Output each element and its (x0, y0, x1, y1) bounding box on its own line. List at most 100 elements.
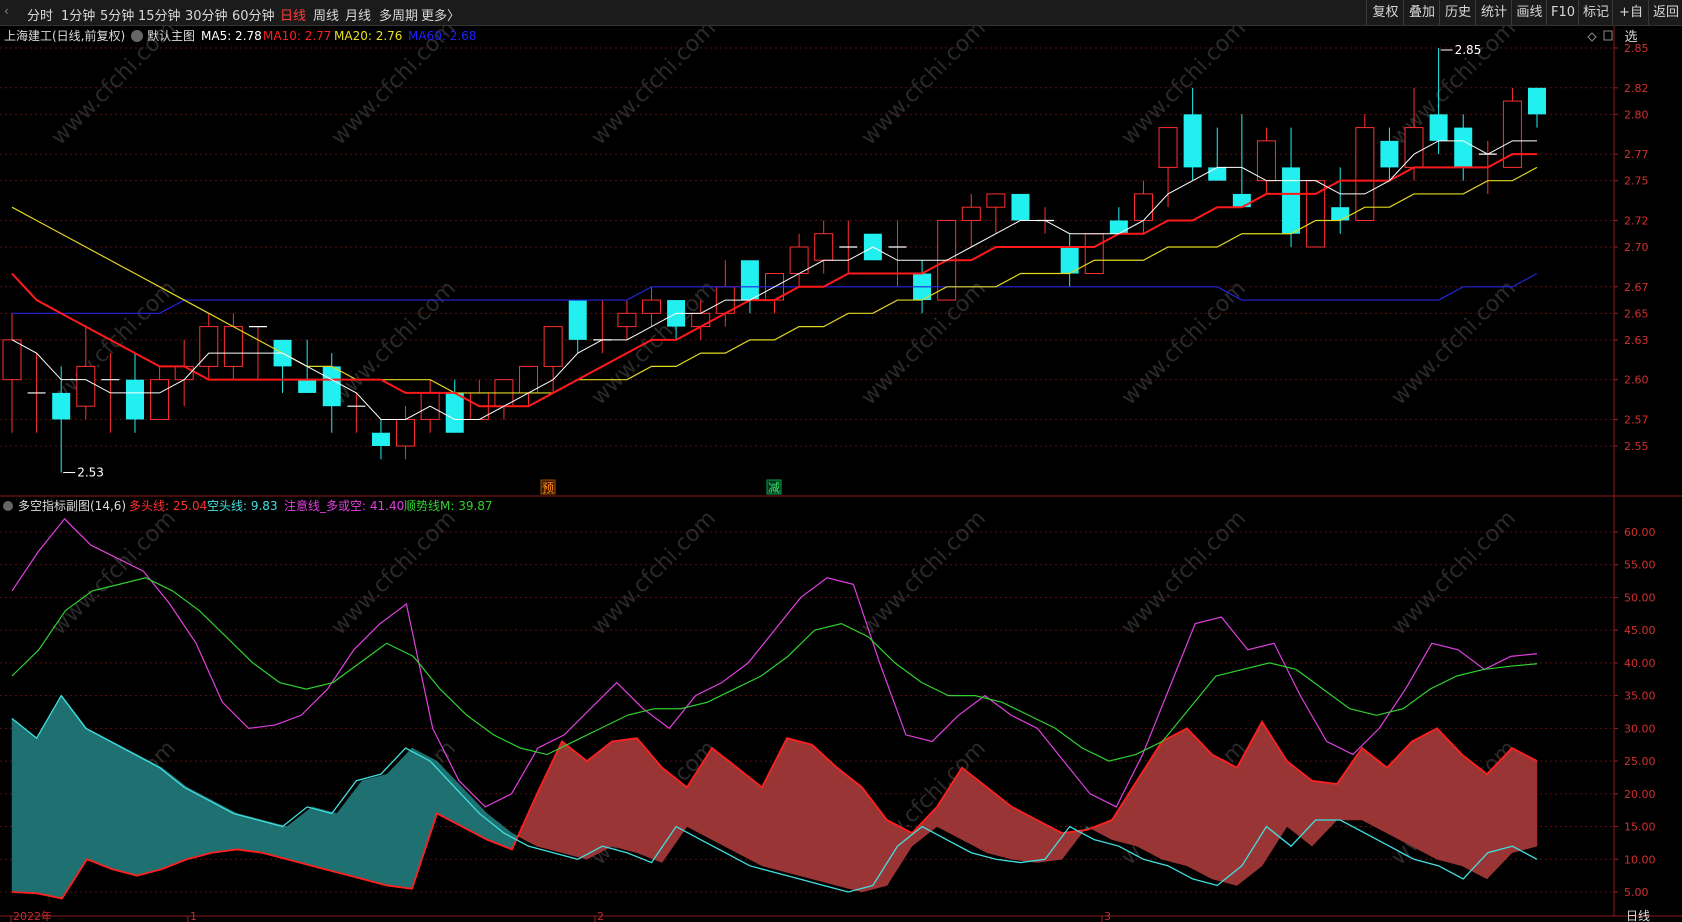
watermark-text: www.cfchi.com (857, 506, 991, 640)
indicator-tick-label: 55.00 (1624, 559, 1656, 572)
candle (1060, 233, 1079, 287)
bull-bear-fill (1336, 747, 1363, 821)
period-tab[interactable]: 日线 (280, 5, 306, 24)
signal-mark-yu: 预 (540, 479, 556, 495)
toolbar-button[interactable]: 返回 (1648, 0, 1682, 25)
candle-body-up (2, 339, 22, 381)
candle (1232, 114, 1251, 208)
toolbar-button[interactable]: F10 (1546, 0, 1579, 25)
period-tab[interactable]: 15分钟 (138, 5, 181, 24)
signal-mark-label: 减 (768, 481, 780, 495)
candle (986, 193, 1006, 234)
candle (1109, 207, 1128, 234)
period-tab[interactable]: 5分钟 (100, 5, 134, 24)
period-tab[interactable]: 分时 (27, 5, 53, 24)
toolbar-button[interactable]: 复权 (1366, 0, 1404, 25)
candle-body-down (298, 379, 317, 393)
bull-bear-fill (836, 767, 863, 893)
candle (961, 193, 981, 247)
bull-bear-fill (1436, 727, 1463, 867)
template-label: 默认主图 (147, 28, 195, 43)
candle-body-up (789, 246, 809, 275)
bull-bear-fill (1461, 754, 1488, 880)
price-tick-label: 2.80 (1624, 108, 1649, 121)
period-tab[interactable]: 30分钟 (185, 5, 228, 24)
ma-legend-item: MA5: 2.78 (201, 29, 262, 43)
period-tab[interactable]: 周线 (313, 5, 339, 24)
bull-bear-fill (86, 727, 113, 870)
time-axis-label: 3 (1104, 910, 1111, 922)
price-tick-label: 2.63 (1624, 334, 1649, 347)
bull-bear-fill (811, 744, 838, 886)
toolbar-button[interactable]: 历史 (1439, 0, 1476, 25)
indicator-tick-label: 25.00 (1624, 755, 1656, 768)
candle-body-down (125, 379, 144, 420)
bull-bear-fill (161, 767, 188, 870)
bull-bear-fill (61, 694, 88, 900)
candle-body-down (1011, 193, 1030, 221)
period-tab[interactable]: 1分钟 (61, 5, 95, 24)
toolbar-button[interactable]: 画线 (1511, 0, 1547, 25)
bull-bear-fill (761, 738, 788, 873)
period-tab[interactable]: 月线 (345, 5, 371, 24)
stock-title: 上海建工(日线,前复权) (4, 28, 125, 43)
candle (76, 326, 96, 420)
watermark-text: www.cfchi.com (587, 506, 721, 640)
bull-bear-fill (1061, 829, 1085, 861)
high-marker-label: 2.85 (1455, 43, 1482, 57)
toolbar-button[interactable]: +自选 (1612, 0, 1649, 45)
subchart-legend-item: 多头线: 25.04 (129, 499, 207, 513)
candle-body-down (1232, 193, 1251, 208)
period-tab[interactable]: 更多〉 (421, 5, 460, 24)
candle (1084, 233, 1104, 275)
indicator-tick-label: 15.00 (1624, 821, 1656, 834)
candle (568, 300, 587, 354)
bull-bear-fill (1089, 819, 1113, 841)
candle (1355, 114, 1375, 221)
toolbar-button[interactable]: 标记 (1578, 0, 1613, 25)
period-tab[interactable]: 60分钟 (232, 5, 275, 24)
candle-body-down (1454, 127, 1473, 168)
candle (1331, 167, 1350, 234)
candle (1282, 127, 1301, 247)
period-tab[interactable]: 多周期 (379, 5, 418, 24)
subchart-legend-item: 空头线: 9.83 (207, 499, 278, 513)
indicator-tick-label: 10.00 (1624, 853, 1656, 866)
price-tick-label: 2.57 (1624, 413, 1649, 426)
bull-bear-fill (386, 747, 413, 890)
bull-bear-fill (611, 737, 638, 854)
bull-bear-fill (236, 813, 263, 854)
candle (789, 233, 809, 287)
candle (199, 313, 219, 380)
watermark-text: www.cfchi.com (1387, 276, 1521, 410)
candle-body-down (1282, 167, 1301, 234)
indicator-tick-label: 40.00 (1624, 657, 1656, 670)
price-tick-label: 2.85 (1624, 42, 1649, 55)
watermark-text: www.cfchi.com (47, 506, 181, 640)
candle-body-down (1109, 220, 1128, 234)
bull-bear-fill (361, 773, 388, 886)
candle (617, 300, 637, 340)
bull-bear-fill (1311, 780, 1338, 847)
candle-body-up (76, 365, 96, 407)
price-tick-label: 2.82 (1624, 82, 1649, 95)
bull-bear-fill (786, 737, 813, 880)
price-tick-label: 2.77 (1624, 148, 1649, 161)
candle (765, 273, 784, 314)
bull-bear-fill (961, 767, 988, 854)
back-arrow-icon[interactable]: ‹ (4, 4, 9, 18)
bull-bear-fill (111, 741, 138, 876)
candle-body-up (223, 326, 243, 367)
candle-body-down (1429, 114, 1448, 141)
candle (839, 220, 858, 274)
toolbar-button[interactable]: 统计 (1475, 0, 1512, 25)
candle (1528, 87, 1546, 128)
bull-bear-fill (1261, 720, 1288, 867)
toolbar-button[interactable]: 叠加 (1403, 0, 1440, 25)
bull-bear-fill (436, 760, 463, 827)
ma-legend-item: MA10: 2.77 (263, 29, 331, 43)
trend-line (11, 577, 1538, 762)
candle-body-up (519, 365, 539, 394)
indicator-tick-label: 50.00 (1624, 591, 1656, 604)
time-axis-label: 2022年 (13, 909, 52, 922)
